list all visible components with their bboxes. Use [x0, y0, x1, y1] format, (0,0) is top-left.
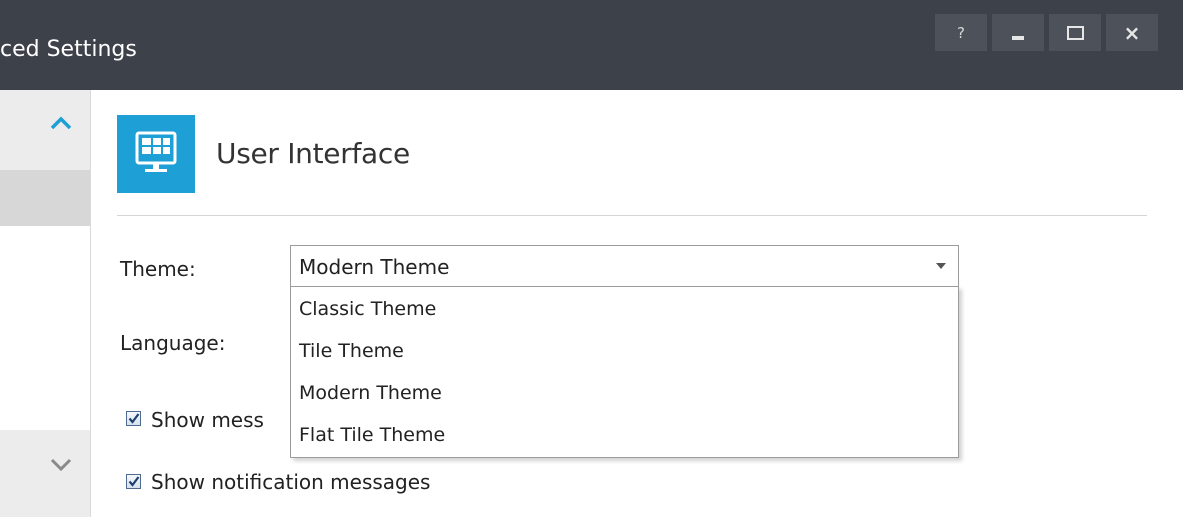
close-icon: ×	[1123, 20, 1141, 45]
show-messages-checkbox[interactable]	[126, 411, 141, 426]
theme-select-value: Modern Theme	[299, 255, 450, 279]
title-bar: ced Settings ? ×	[0, 0, 1183, 90]
theme-option-tile[interactable]: Tile Theme	[291, 331, 958, 371]
help-button[interactable]: ?	[935, 14, 987, 51]
minimize-icon	[1012, 35, 1024, 40]
sidebar-item-selected[interactable]	[0, 170, 90, 226]
chevron-down-icon	[50, 458, 72, 472]
sidebar	[0, 90, 91, 517]
minimize-button[interactable]	[992, 14, 1044, 51]
maximize-button[interactable]	[1049, 14, 1101, 51]
theme-option-flat-tile[interactable]: Flat Tile Theme	[291, 415, 958, 455]
window-title: ced Settings	[0, 37, 137, 62]
checkmark-icon	[128, 476, 140, 487]
maximize-icon	[1066, 25, 1084, 40]
dropdown-arrow-button[interactable]	[923, 246, 958, 286]
dropdown-arrow-icon	[935, 263, 946, 269]
scroll-up-button[interactable]	[0, 90, 90, 170]
divider	[117, 215, 1147, 216]
theme-option-modern[interactable]: Modern Theme	[291, 373, 958, 413]
theme-select[interactable]: Modern Theme	[290, 245, 959, 287]
monitor-icon	[135, 131, 177, 172]
close-button[interactable]: ×	[1106, 14, 1158, 51]
theme-label: Theme:	[120, 257, 196, 281]
show-notifications-checkbox[interactable]	[126, 474, 141, 489]
chevron-up-icon	[50, 116, 72, 130]
page-title: User Interface	[216, 137, 410, 170]
theme-dropdown-list: Classic Theme Tile Theme Modern Theme Fl…	[290, 286, 959, 458]
help-icon: ?	[957, 23, 965, 42]
user-interface-icon	[117, 115, 195, 193]
show-messages-label: Show mess	[151, 408, 264, 432]
scroll-down-button[interactable]	[0, 430, 90, 517]
show-notifications-label: Show notification messages	[151, 470, 431, 494]
theme-option-classic[interactable]: Classic Theme	[291, 289, 958, 329]
language-label: Language:	[120, 331, 226, 355]
checkmark-icon	[128, 413, 140, 424]
